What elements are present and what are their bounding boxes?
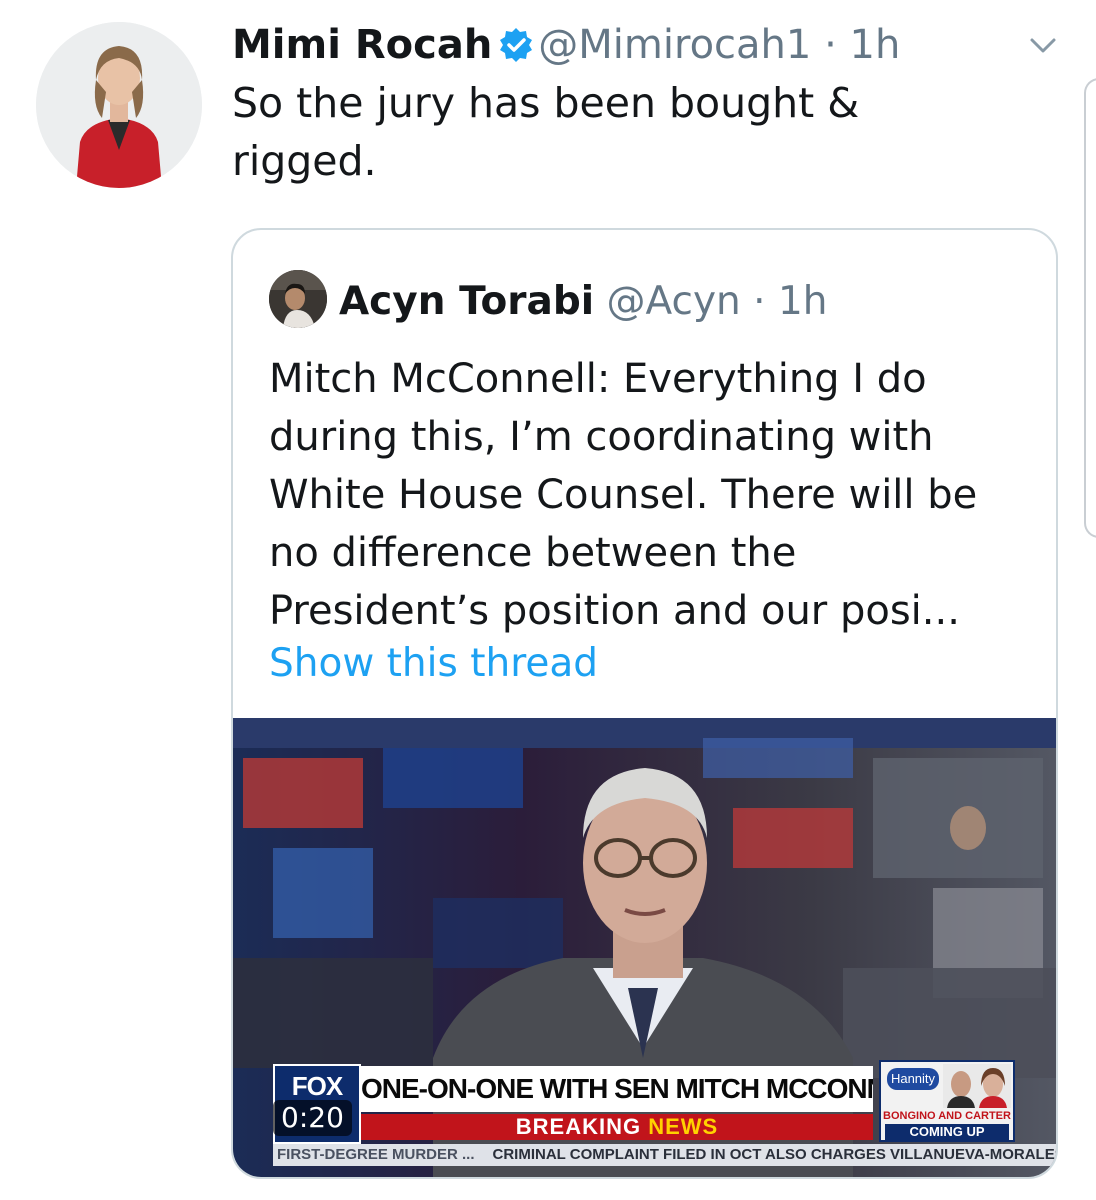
promo-status: COMING UP (885, 1124, 1009, 1140)
quoted-avatar-photo (269, 270, 327, 328)
quoted-tweet-text: Mitch McConnell: Everything I do during … (269, 356, 978, 634)
news-label: NEWS (648, 1114, 719, 1139)
quoted-author-name[interactable]: Acyn Torabi (339, 279, 594, 324)
show-thread-link[interactable]: Show this thread (269, 638, 598, 690)
breaking-news-banner: BREAKING NEWS (361, 1114, 873, 1140)
video-player[interactable]: FOX ONE-ON-ONE WITH SEN MITCH MCCONNELL … (233, 718, 1057, 1177)
author-handle[interactable]: @Mimirocah1 (538, 22, 811, 68)
promo-guest-faces (943, 1064, 1011, 1108)
network-logo-text: FOX (291, 1071, 343, 1101)
quoted-author-avatar[interactable] (269, 270, 327, 328)
quoted-separator-dot: · (753, 279, 766, 324)
promo-guests: BONGINO AND CARTER (883, 1110, 1011, 1122)
chevron-down-icon[interactable] (1024, 30, 1062, 60)
quoted-author-handle[interactable]: @Acyn (607, 279, 741, 324)
ticker-item-1: FIRST-DEGREE MURDER ... (277, 1146, 475, 1163)
author-name[interactable]: Mimi Rocah (232, 22, 492, 68)
avatar-photo (36, 22, 202, 188)
tweet-header: Mimi Rocah @Mimirocah1 · 1h (232, 16, 900, 74)
author-avatar[interactable] (36, 22, 202, 188)
quoted-tweet-card[interactable]: Acyn Torabi @Acyn · 1h Mitch McConnell: … (231, 228, 1058, 1179)
separator-dot: · (824, 22, 837, 68)
show-logo: Hannity (887, 1068, 939, 1090)
tweet-timestamp[interactable]: 1h (850, 22, 901, 68)
show-promo: Hannity BONGINO AND CARTER COMING UP (879, 1060, 1015, 1142)
breaking-label: BREAKING (515, 1114, 649, 1139)
verified-badge-icon (498, 21, 534, 62)
news-lower-third: FOX ONE-ON-ONE WITH SEN MITCH MCCONNELL … (273, 1060, 1057, 1170)
tweet-text: So the jury has been bought & rigged. (232, 79, 860, 185)
broadcast-headline: ONE-ON-ONE WITH SEN MITCH MCCONNELL (361, 1066, 873, 1112)
quoted-tweet-header: Acyn Torabi @Acyn · 1h (269, 270, 828, 328)
side-scroll-handle[interactable] (1084, 78, 1096, 538)
video-duration-badge: 0:20 (273, 1100, 352, 1136)
quoted-tweet-timestamp[interactable]: 1h (778, 279, 828, 324)
ticker-item-2: CRIMINAL COMPLAINT FILED IN OCT ALSO CHA… (492, 1146, 1057, 1163)
news-ticker: FIRST-DEGREE MURDER ... CRIMINAL COMPLAIN… (273, 1144, 1057, 1166)
